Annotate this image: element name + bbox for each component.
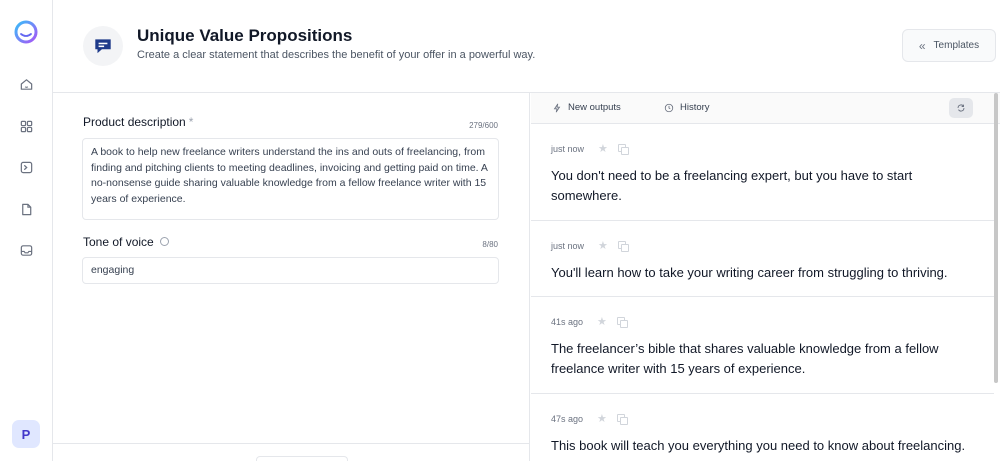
grid-icon[interactable] xyxy=(16,116,36,136)
inbox-icon[interactable] xyxy=(16,240,36,260)
outputs-scrollbar[interactable] xyxy=(994,93,998,383)
star-icon[interactable]: ★ xyxy=(598,142,608,155)
star-icon[interactable]: ★ xyxy=(597,412,607,425)
product-description-textarea[interactable]: A book to help new freelance writers und… xyxy=(82,138,499,220)
product-description-counter: 279/600 xyxy=(469,121,498,130)
terminal-icon[interactable] xyxy=(16,157,36,177)
templates-button-label: Templates xyxy=(933,40,980,51)
copy-icon[interactable] xyxy=(617,143,629,155)
info-icon[interactable] xyxy=(159,237,169,246)
result-text: The freelancer’s bible that shares valua… xyxy=(551,341,939,376)
result-text: This book will teach you everything you … xyxy=(551,438,966,453)
output-result: 41s ago ★ The freelancer’s bible that sh… xyxy=(531,297,994,394)
sidebar: P xyxy=(0,0,53,461)
input-form: Product description * 279/600 A book to h… xyxy=(53,93,530,461)
templates-button[interactable]: « Templates xyxy=(902,29,996,62)
page-header: Unique Value Propositions Create a clear… xyxy=(53,0,1000,93)
result-text: You'll learn how to take your writing ca… xyxy=(551,265,948,280)
app-logo[interactable] xyxy=(12,18,40,46)
page-title: Unique Value Propositions xyxy=(137,26,353,45)
output-result: 47s ago ★ This book will teach you every… xyxy=(531,394,994,461)
result-meta: just now ★ xyxy=(551,142,629,155)
tone-of-voice-input[interactable]: engaging xyxy=(82,257,499,284)
lightning-icon xyxy=(553,103,561,112)
output-result: just now ★ You'll learn how to take your… xyxy=(531,221,994,297)
tone-of-voice-label: Tone of voice xyxy=(83,235,169,249)
refresh-button[interactable] xyxy=(949,98,973,118)
result-meta: 47s ago ★ xyxy=(551,412,628,425)
chat-message-icon xyxy=(83,26,123,66)
tab-new-outputs[interactable]: New outputs xyxy=(552,102,621,113)
outputs-tabs: New outputs History xyxy=(531,93,1000,124)
document-icon[interactable] xyxy=(16,199,36,219)
star-icon[interactable]: ★ xyxy=(598,239,608,252)
star-icon[interactable]: ★ xyxy=(597,315,607,328)
page-subtitle: Create a clear statement that describes … xyxy=(137,49,536,61)
result-meta: just now ★ xyxy=(551,239,629,252)
double-chevron-left-icon: « xyxy=(918,38,926,53)
tone-of-voice-counter: 8/80 xyxy=(482,240,498,249)
outputs-panel: New outputs History just now ★ You don't… xyxy=(531,93,1000,461)
copy-icon[interactable] xyxy=(616,316,628,328)
form-footer xyxy=(53,443,529,461)
generate-button[interactable] xyxy=(256,456,348,461)
output-result: just now ★ You don't need to be a freela… xyxy=(531,124,994,221)
user-avatar[interactable]: P xyxy=(12,420,40,448)
tab-history[interactable]: History xyxy=(664,102,710,113)
home-icon[interactable] xyxy=(16,74,36,94)
clock-icon xyxy=(664,103,674,112)
result-text: You don't need to be a freelancing exper… xyxy=(551,168,913,203)
required-mark: * xyxy=(188,115,194,129)
copy-icon[interactable] xyxy=(617,240,629,252)
refresh-icon xyxy=(957,104,965,112)
copy-icon[interactable] xyxy=(616,413,628,425)
result-meta: 41s ago ★ xyxy=(551,315,628,328)
product-description-label: Product description * xyxy=(83,115,194,129)
